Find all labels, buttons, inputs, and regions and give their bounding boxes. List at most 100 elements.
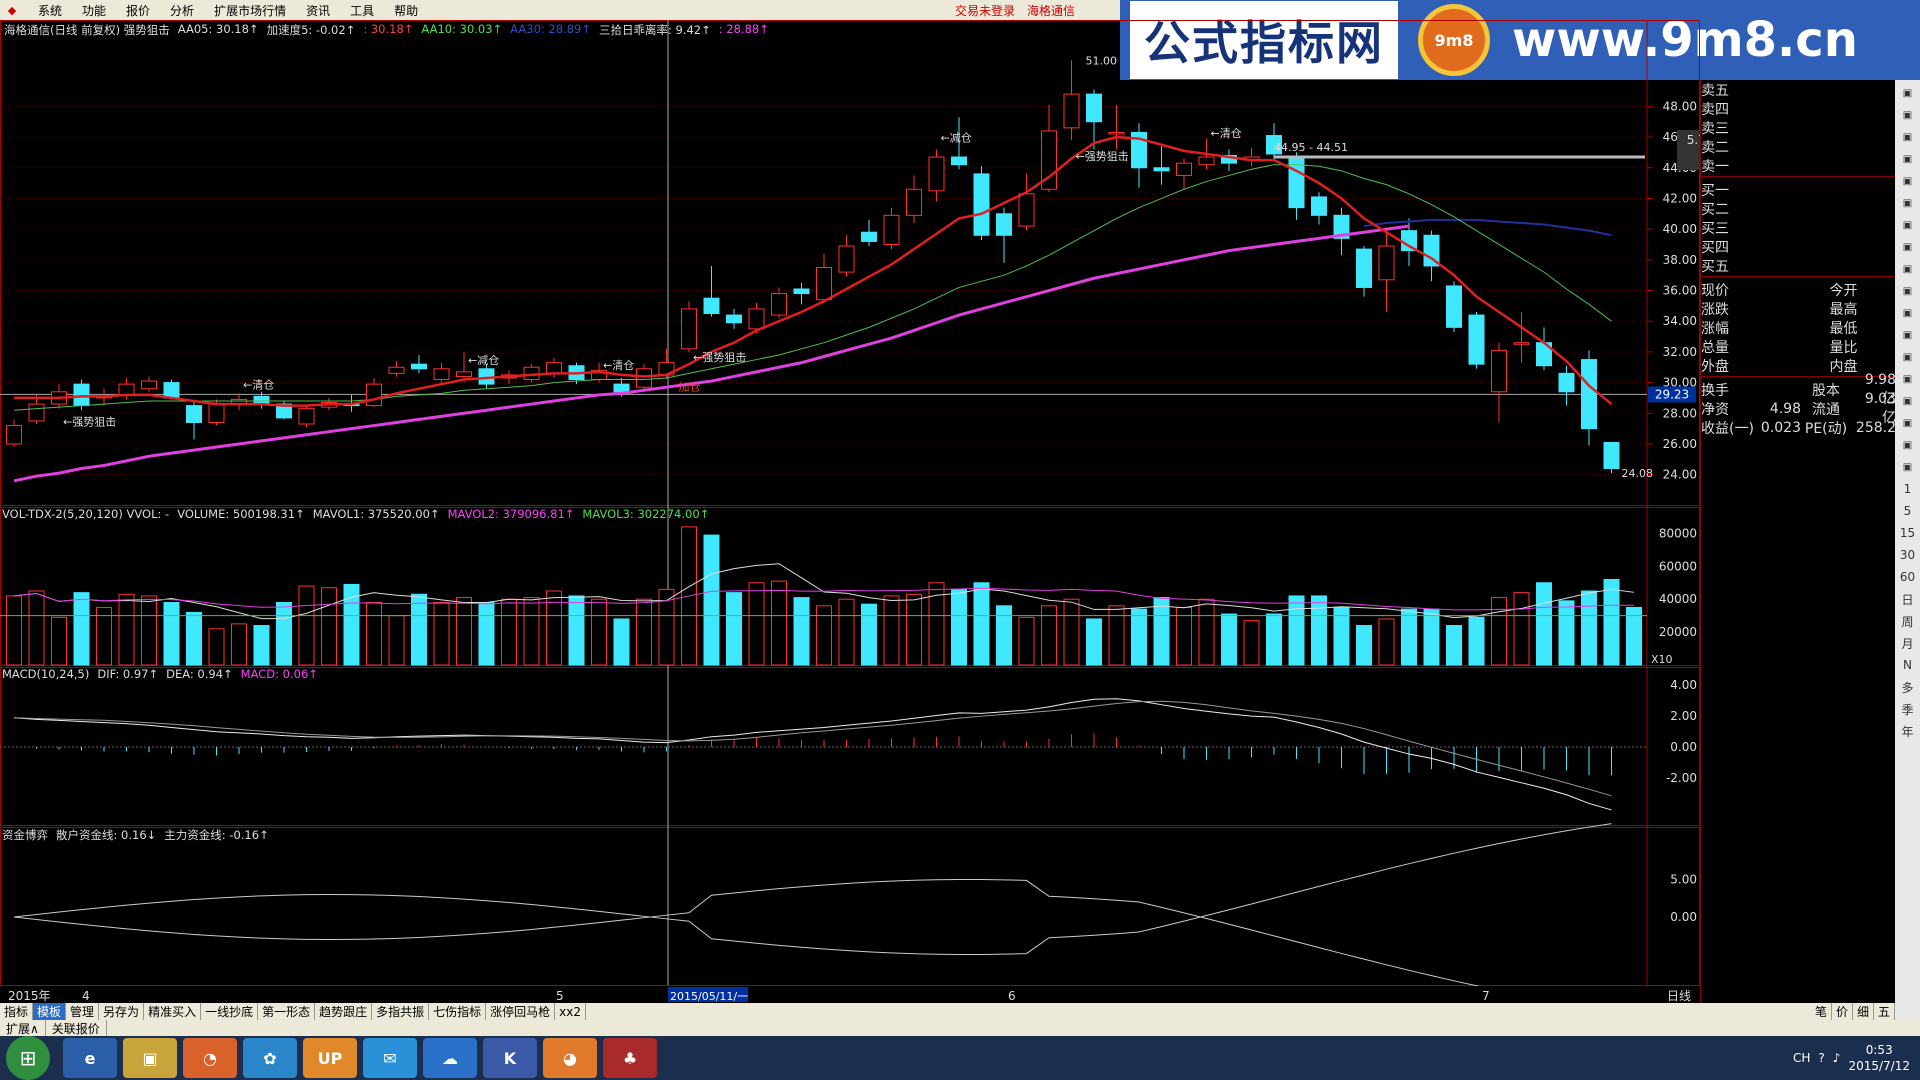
tool-icon[interactable]: ▣ (1899, 348, 1917, 366)
quote-view-tab[interactable]: 笔 (1811, 1003, 1832, 1020)
indicator-tab[interactable]: 一线抄底 (201, 1003, 259, 1020)
indicator-tab[interactable]: 另存为 (99, 1003, 145, 1020)
menu-item[interactable]: 帮助 (384, 2, 428, 19)
period-button[interactable]: 月 (1899, 634, 1917, 652)
quote-view-tab[interactable]: 价 (1832, 1003, 1853, 1020)
tool-icon[interactable]: ▣ (1899, 194, 1917, 212)
indicator-tab[interactable]: 指标 (0, 1003, 34, 1020)
period-button[interactable]: 30 (1899, 546, 1917, 564)
ask-row[interactable]: 卖四 (1701, 99, 1896, 118)
annotation-jiancang: ←减仓 (468, 353, 499, 367)
menu-item[interactable]: 分析 (160, 2, 204, 19)
indicator-tab[interactable]: xx2 (555, 1003, 587, 1020)
tool-icon[interactable]: ▣ (1899, 436, 1917, 454)
period-button[interactable]: 周 (1899, 612, 1917, 630)
ask-row[interactable]: 卖三 (1701, 118, 1896, 137)
help-icon[interactable]: ? (1818, 1051, 1824, 1065)
bid-row[interactable]: 买四 (1701, 237, 1896, 256)
indicator-tab[interactable]: 涨停回马枪 (486, 1003, 556, 1020)
stat-row[interactable]: 现价 今开 (1701, 280, 1896, 299)
fin-row[interactable]: 收益(一) 0.023 PE(动) 258.2 (1701, 418, 1896, 437)
indicator-tab[interactable]: 管理 (66, 1003, 100, 1020)
app-icon[interactable]: ◆ (4, 2, 20, 18)
taskbar-cloud-icon[interactable]: ☁ (423, 1038, 477, 1078)
tool-icon[interactable]: ▣ (1899, 106, 1917, 124)
extension-button[interactable]: 关联报价 (46, 1019, 107, 1037)
indicator-tab[interactable]: 精准买入 (144, 1003, 202, 1020)
stat-row[interactable]: 涨幅 最低 (1701, 318, 1896, 337)
taskbar-stock-app-icon[interactable]: ♣ (603, 1038, 657, 1078)
period-button[interactable]: 年 (1899, 722, 1917, 740)
fin-row[interactable]: 净资 4.98 流通 9.03亿 (1701, 391, 1896, 426)
clock[interactable]: 0:53 2015/7/12 (1848, 1042, 1910, 1074)
indicator-tab[interactable]: 多指共振 (372, 1003, 430, 1020)
dea-line (13, 700, 1612, 797)
volume-bar (613, 618, 630, 666)
volume-bar (253, 625, 270, 666)
annotation-jiacang: 加仓 (679, 379, 701, 393)
tool-icon[interactable]: ▣ (1899, 458, 1917, 476)
tool-icon[interactable]: ▣ (1899, 150, 1917, 168)
menu-item[interactable]: 扩展市场行情 (204, 2, 296, 19)
taskbar-orange-icon[interactable]: ◕ (543, 1038, 597, 1078)
taskbar-mail-icon[interactable]: ✉ (363, 1038, 417, 1078)
period-button[interactable]: 日 (1899, 590, 1917, 608)
bid-row[interactable]: 买二 (1701, 199, 1896, 218)
tool-icon[interactable]: ▣ (1899, 84, 1917, 102)
start-button[interactable]: ⊞ (6, 1036, 50, 1080)
volume-icon[interactable]: ♪ (1833, 1051, 1841, 1065)
taskbar-network-icon[interactable]: ✿ (243, 1038, 297, 1078)
extension-button[interactable]: 扩展∧ (0, 1019, 46, 1037)
taskbar-k-icon[interactable]: K (483, 1038, 537, 1078)
period-button[interactable]: 多 (1899, 678, 1917, 696)
period-button[interactable]: 季 (1899, 700, 1917, 718)
menu-item[interactable]: 功能 (72, 2, 116, 19)
indicator-tab[interactable]: 七伤指标 (429, 1003, 487, 1020)
ask-row[interactable]: 卖二 (1701, 137, 1896, 156)
menu-item[interactable]: 报价 (116, 2, 160, 19)
period-button[interactable]: 15 (1899, 524, 1917, 542)
bid-row[interactable]: 买一 (1701, 180, 1896, 199)
menu-item[interactable]: 系统 (28, 2, 72, 19)
taskbar-folder-icon[interactable]: ▣ (123, 1038, 177, 1078)
tool-icon[interactable]: ▣ (1899, 304, 1917, 322)
taskbar-ie-icon[interactable]: e (63, 1038, 117, 1078)
menu-item[interactable]: 资讯 (296, 2, 340, 19)
tool-icon[interactable]: ▣ (1899, 370, 1917, 388)
quote-view-tab[interactable]: 细 (1853, 1003, 1874, 1020)
ask-row[interactable]: 卖五 (1701, 80, 1896, 99)
low-price-label: 24.08 (1622, 467, 1654, 480)
tool-icon[interactable]: ▣ (1899, 172, 1917, 190)
ask-row[interactable]: 卖一 (1701, 156, 1896, 175)
tool-icon[interactable]: ▣ (1899, 414, 1917, 432)
indicator-tab[interactable]: 趋势跟庄 (315, 1003, 373, 1020)
period-button[interactable]: N (1899, 656, 1917, 674)
tool-icon[interactable]: ▣ (1899, 326, 1917, 344)
taskbar-up-icon[interactable]: UP (303, 1038, 357, 1078)
bid-row[interactable]: 买三 (1701, 218, 1896, 237)
bid-row[interactable]: 买五 (1701, 256, 1896, 275)
language-indicator[interactable]: CH (1793, 1051, 1810, 1065)
login-status[interactable]: 交易未登录 (955, 2, 1015, 19)
period-button[interactable]: 5 (1899, 502, 1917, 520)
stat-row[interactable]: 总量 量比 (1701, 337, 1896, 356)
stat-label: 最高 (1829, 301, 1858, 318)
quote-view-tab[interactable]: 五 (1874, 1003, 1895, 1020)
indicator-tab[interactable]: 模板 (33, 1003, 67, 1020)
indicator-tab[interactable]: 第一形态 (258, 1003, 316, 1020)
candle-body (906, 188, 922, 216)
period-button[interactable]: 1 (1899, 480, 1917, 498)
side-toolbar: ▣ ▣ ▣ ▣ ▣ ▣ ▣ ▣ ▣ ▣ ▣ ▣ ▣ ▣ ▣ ▣ ▣ ▣ 1 5 15 30 60 日周月 N 多季年 (1895, 80, 1920, 1020)
ask-level-label: 卖四 (1701, 101, 1729, 118)
tool-icon[interactable]: ▣ (1899, 282, 1917, 300)
tool-icon[interactable]: ▣ (1899, 216, 1917, 234)
taskbar-app-icon[interactable]: ◔ (183, 1038, 237, 1078)
tool-icon[interactable]: ▣ (1899, 238, 1917, 256)
tool-icon[interactable]: ▣ (1899, 128, 1917, 146)
volume-bar (1018, 616, 1035, 666)
period-button[interactable]: 60 (1899, 568, 1917, 586)
tool-icon[interactable]: ▣ (1899, 392, 1917, 410)
tool-icon[interactable]: ▣ (1899, 260, 1917, 278)
stat-row[interactable]: 涨跌 最高 (1701, 299, 1896, 318)
menu-item[interactable]: 工具 (340, 2, 384, 19)
